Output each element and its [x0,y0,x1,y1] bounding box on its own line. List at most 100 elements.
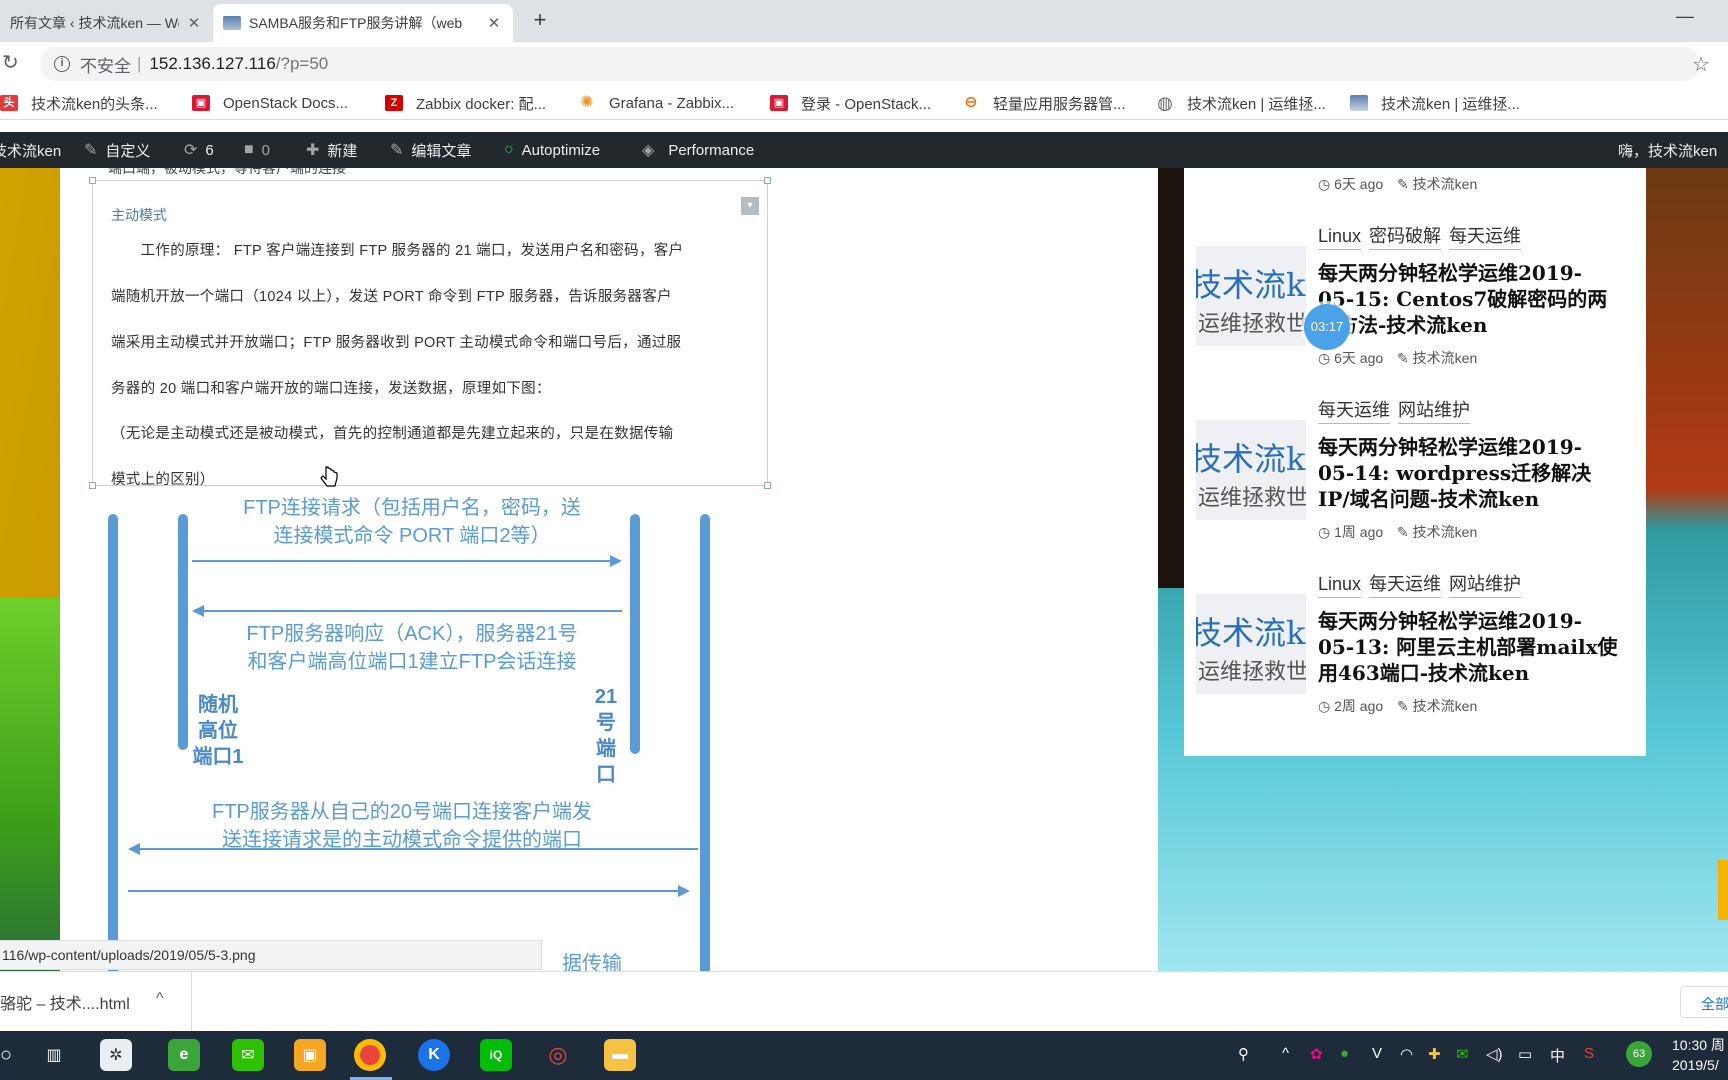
snail-icon[interactable]: ◎ [542,1039,574,1071]
excerpt-line: （无论是主动模式还是被动模式，首先的控制通道都是先建立起来的，只是在数据传输 [111,426,674,442]
tray-360-icon[interactable]: ● [1340,1045,1349,1062]
diagram-text-line: FTP服务器从自己的20号端口连接客户端发 [211,801,593,823]
admin-customize[interactable]: ✎ 自定义 [84,132,150,168]
post-author[interactable]: 技术流ken [1413,176,1478,192]
floating-side-tab[interactable] [1718,860,1728,920]
chevron-up-icon[interactable]: ^ [1282,1045,1289,1062]
bookmark-item[interactable]: Z Zabbix docker: 配... [385,92,546,114]
chevron-up-icon[interactable]: ^ [156,990,164,1008]
close-icon[interactable]: ✕ [185,14,203,32]
address-bar[interactable]: i 不安全 | 152.136.127.116 /?p=50 [40,47,1700,81]
clock-icon: ◷ [1318,524,1331,540]
post-title-link[interactable]: 每天两分钟轻松学运维2019-05-14: wordpress迁移解决IP/域名… [1318,434,1618,512]
wechat-icon[interactable]: ✉ [232,1039,264,1071]
wechat-tray-icon[interactable]: ✉ [1456,1045,1469,1063]
post-thumbnail[interactable]: 技术流ken 运维拯救世界 [1196,246,1306,346]
post-thumbnail[interactable]: 技术流ken 运维拯救世界 [1196,420,1306,520]
status-circle-icon: ○ [504,141,514,158]
video-timer-badge[interactable]: 03:17 [1304,304,1350,350]
bookmark-star-icon[interactable]: ☆ [1692,52,1710,77]
thumb-text: 技术流ken [1196,440,1306,478]
app-yellow-icon[interactable]: ▣ [294,1039,326,1071]
brush-icon: ✎ [84,142,98,159]
browser-360-icon[interactable]: e [168,1039,200,1071]
grafana-icon: ✺ [580,94,594,111]
admin-new[interactable]: ✚ 新建 [306,132,357,168]
category-link[interactable]: Linux [1318,574,1362,598]
resize-handle[interactable] [89,177,96,184]
admin-site-link[interactable]: 技术流ken [0,132,61,168]
post-author[interactable]: 技术流ken [1413,350,1478,366]
post-author[interactable]: 技术流ken [1413,698,1478,714]
tab-active-article[interactable]: SAMBA服务和FTP服务讲解（web ✕ [213,4,513,42]
close-icon[interactable]: ✕ [485,14,503,32]
admin-performance[interactable]: ◈ Performance [642,132,754,168]
people-icon[interactable]: ⚲ [1238,1045,1249,1063]
reload-icon[interactable]: ↻ [2,52,24,74]
wifi-icon[interactable]: ◠ [1400,1045,1413,1063]
admin-edit-post[interactable]: ✎ 编辑文章 [390,132,471,168]
start-button-icon[interactable]: ○ [0,1039,22,1071]
bookmark-label: OpenStack Docs... [223,94,349,112]
category-link[interactable]: 密码破解 [1369,226,1442,250]
bookmark-item[interactable]: 头 技术流ken的头条... [0,92,158,114]
thumb-text: 技术流ken [1196,614,1306,652]
post-author[interactable]: 技术流ken [1413,524,1478,540]
collapse-toggle-icon[interactable]: ▾ [741,197,759,215]
volume-icon[interactable]: ◁) [1486,1045,1503,1063]
admin-updates[interactable]: ⟳ 6 [184,132,214,168]
category-link[interactable]: 网站维护 [1449,574,1522,598]
diagram-text-line: FTP服务器响应（ACK），服务器21号 [246,623,578,645]
background-decoration [1158,168,1186,588]
bookmark-item[interactable]: 技术流ken | 运维拯... [1350,92,1520,114]
openstack-icon: ▣ [192,95,210,111]
new-tab-button[interactable]: + [528,8,552,32]
bookmark-item[interactable]: ⊖ 轻量应用服务器管... [962,92,1125,114]
server-port21-lifeline [630,514,640,754]
info-icon[interactable]: i [54,56,70,72]
page-body: 主动模式 ▾ 工作的原理： FTP 客户端连接到 FTP 服务器的 21 端口，… [0,168,1728,971]
category-link[interactable]: Linux [1318,226,1362,250]
bookmark-item[interactable]: ▣ OpenStack Docs... [192,92,348,114]
post-title-link[interactable]: 每天两分钟轻松学运维2019-05-13: 阿里云主机部署mailx使用463端… [1318,608,1618,686]
tab-wordpress-posts[interactable]: 所有文章 ‹ 技术流ken — WordPress ✕ [0,4,213,42]
tray-s-icon[interactable]: S [1584,1045,1594,1062]
arrow-right-icon [192,555,622,567]
app-pinwheel-icon[interactable]: ✲ [100,1039,132,1071]
tray-plus-icon[interactable]: ✚ [1428,1045,1441,1063]
category-link[interactable]: 网站维护 [1398,400,1470,424]
tray-app-icon[interactable]: ✿ [1310,1045,1323,1063]
battery-icon[interactable]: ▭ [1518,1045,1532,1063]
category-link[interactable]: 每天运维 [1449,226,1522,250]
ftp-active-mode-diagram[interactable]: FTP连接请求（包括用户名，密码，送 连接模式命令 PORT 端口2等） FTP… [92,497,772,971]
edit-author-icon: ✎ [1397,176,1409,192]
diagram-text-line: 连接模式命令 PORT 端口2等） [273,525,551,547]
resize-handle[interactable] [89,482,96,489]
diagram-partial-text: 据传输 [562,953,622,971]
bookmark-item[interactable]: ✺ Grafana - Zabbix... [578,92,734,114]
post-thumbnail[interactable]: 技术流ken 运维拯救世界 [1196,594,1306,694]
system-clock[interactable]: 10:30 周 2019/5/ [1672,1035,1725,1075]
file-explorer-icon[interactable]: ▬ [604,1039,636,1071]
category-link[interactable]: 每天运维 [1369,574,1442,598]
resize-handle[interactable] [764,482,771,489]
minimize-button[interactable]: — [1670,6,1700,30]
post-title-link[interactable]: 每天两分钟轻松学运维2019-05-15: Centos7破解密码的两种方法-技… [1318,260,1618,338]
iqiyi-icon[interactable]: iQ [480,1039,512,1071]
bookmark-item[interactable]: ◍ 技术流ken | 运维拯... [1156,92,1326,114]
article-image-excerpt[interactable]: 主动模式 ▾ 工作的原理： FTP 客户端连接到 FTP 服务器的 21 端口，… [89,177,771,489]
task-view-icon[interactable]: ▥ [38,1039,70,1071]
ime-indicator[interactable]: 中 [1550,1045,1565,1066]
admin-howdy[interactable]: 嗨，技术流ken [1618,132,1717,168]
admin-autoptimize[interactable]: ○ Autoptimize [504,132,600,168]
resize-handle[interactable] [764,177,771,184]
label-line: 高位 [198,720,238,742]
status-badge[interactable]: 63 [1626,1041,1652,1067]
bookmark-item[interactable]: ▣ 登录 - OpenStack... [770,92,931,114]
tray-v-icon[interactable]: V [1372,1045,1382,1062]
chrome-icon[interactable] [354,1039,386,1071]
category-link[interactable]: 每天运维 [1318,400,1390,424]
show-all-button[interactable]: 全部 [1680,986,1728,1018]
admin-comments[interactable]: ■ 0 [244,132,270,168]
kugou-icon[interactable]: K [418,1039,450,1071]
